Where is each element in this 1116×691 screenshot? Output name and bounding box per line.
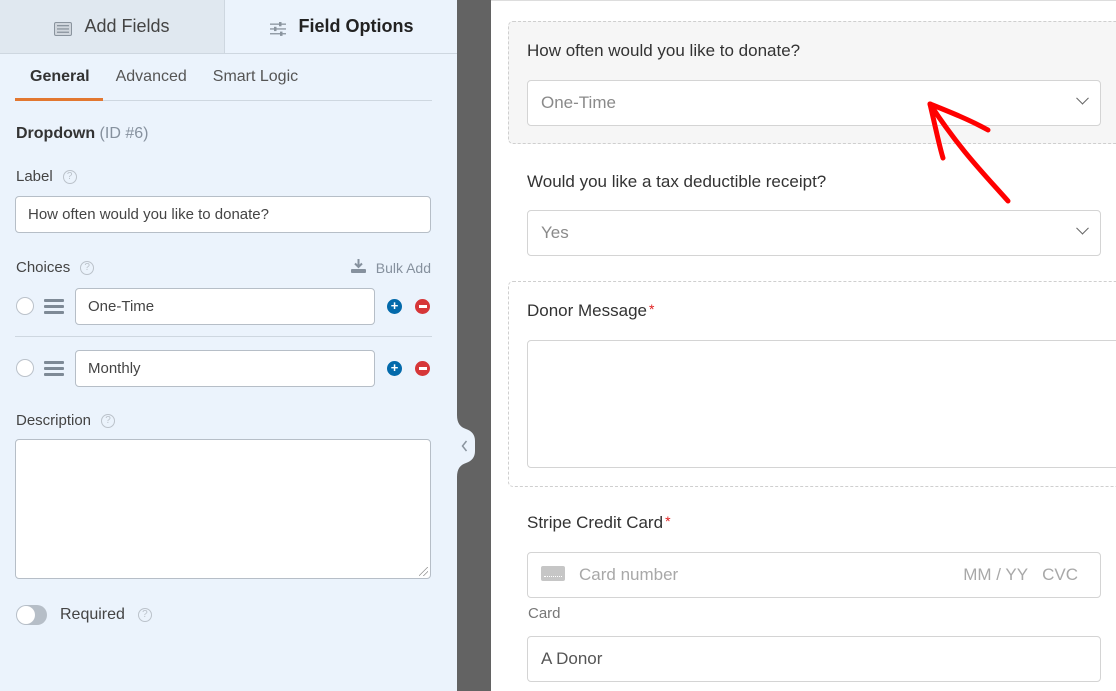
expiry-placeholder[interactable]: MM / YY: [963, 565, 1028, 584]
tab-field-options-label: Field Options: [298, 16, 414, 36]
default-choice-radio[interactable]: [16, 297, 34, 315]
help-icon[interactable]: ?: [101, 413, 116, 428]
tab-field-options[interactable]: Field Options: [225, 0, 457, 53]
card-extra-fields: MM / YY CVC: [963, 553, 1078, 597]
required-asterisk: *: [665, 513, 671, 529]
label-input[interactable]: How often would you like to donate?: [15, 196, 431, 233]
sub-tab-advanced[interactable]: Advanced: [103, 54, 200, 101]
field-type-heading: Dropdown (ID #6): [16, 125, 148, 143]
drag-handle-icon[interactable]: [44, 360, 64, 376]
tax-receipt-select[interactable]: Yes: [527, 210, 1101, 256]
form-preview: How often would you like to donate? One-…: [491, 0, 1116, 691]
required-toggle[interactable]: [16, 605, 47, 625]
choice-row: Monthly +: [15, 349, 432, 387]
card-sublabel: Card: [528, 605, 561, 622]
card-number-placeholder: Card number: [579, 565, 679, 584]
donation-frequency-select[interactable]: One-Time: [527, 80, 1101, 126]
required-row: Required ?: [16, 605, 152, 625]
help-icon[interactable]: ?: [62, 169, 77, 184]
drag-handle-icon[interactable]: [44, 298, 64, 314]
description-caption: Description: [16, 412, 92, 429]
donor-message-textarea[interactable]: [527, 340, 1116, 468]
chevron-down-icon: [1076, 221, 1089, 235]
sub-tabs: General Advanced Smart Logic: [15, 54, 432, 101]
help-icon[interactable]: ?: [80, 260, 95, 275]
tab-add-fields-label: Add Fields: [84, 16, 170, 36]
download-icon: [350, 259, 366, 276]
choices-caption-row: Choices ?: [16, 259, 95, 276]
list-icon: [54, 20, 73, 36]
panel-divider: [457, 0, 491, 691]
description-textarea[interactable]: [15, 439, 431, 579]
bulk-add-button[interactable]: Bulk Add: [350, 259, 431, 276]
field-label-row: Stripe Credit Card *: [527, 513, 671, 533]
sliders-icon: [269, 20, 287, 36]
divider: [15, 336, 432, 337]
add-choice-icon[interactable]: +: [387, 360, 402, 376]
description-caption-row: Description ?: [16, 412, 116, 429]
resize-handle-icon[interactable]: [419, 567, 428, 576]
field-options-panel: Add Fields Field Options General Advance…: [0, 0, 457, 691]
add-choice-icon[interactable]: +: [387, 298, 402, 314]
remove-choice-icon[interactable]: [415, 298, 430, 314]
select-value: Yes: [541, 223, 569, 242]
bulk-add-label: Bulk Add: [375, 259, 431, 276]
help-icon[interactable]: ?: [137, 608, 152, 622]
label-caption-row: Label ?: [16, 168, 77, 185]
sub-tab-smart-logic[interactable]: Smart Logic: [200, 54, 311, 101]
credit-card-icon: [541, 566, 565, 582]
tab-add-fields[interactable]: Add Fields: [0, 0, 225, 53]
chevron-down-icon: [1076, 91, 1089, 105]
field-id: (ID #6): [99, 125, 149, 142]
field-label: Would you like a tax deductible receipt?: [527, 172, 827, 191]
sub-tab-general[interactable]: General: [15, 54, 103, 101]
select-value: One-Time: [541, 93, 616, 112]
required-asterisk: *: [649, 301, 655, 317]
choice-row: One-Time +: [15, 287, 432, 325]
field-label: How often would you like to donate?: [527, 41, 801, 60]
collapse-panel-button[interactable]: [457, 415, 475, 477]
field-label-row: Donor Message *: [527, 301, 654, 321]
card-number-input[interactable]: Card number MM / YY CVC: [527, 552, 1101, 598]
choices-caption: Choices: [16, 259, 71, 276]
panel-tabs: Add Fields Field Options: [0, 0, 457, 54]
choice-input[interactable]: Monthly: [75, 349, 375, 387]
label-caption: Label: [16, 168, 53, 185]
required-label: Required: [60, 606, 125, 623]
remove-choice-icon[interactable]: [415, 360, 430, 376]
field-type: Dropdown: [16, 125, 96, 142]
field-label: Donor Message: [527, 301, 648, 320]
choice-input[interactable]: One-Time: [75, 287, 375, 325]
field-label: Stripe Credit Card: [527, 513, 664, 532]
default-choice-radio[interactable]: [16, 359, 34, 377]
cvc-placeholder[interactable]: CVC: [1042, 565, 1078, 584]
cardholder-name-input[interactable]: A Donor: [527, 636, 1101, 682]
